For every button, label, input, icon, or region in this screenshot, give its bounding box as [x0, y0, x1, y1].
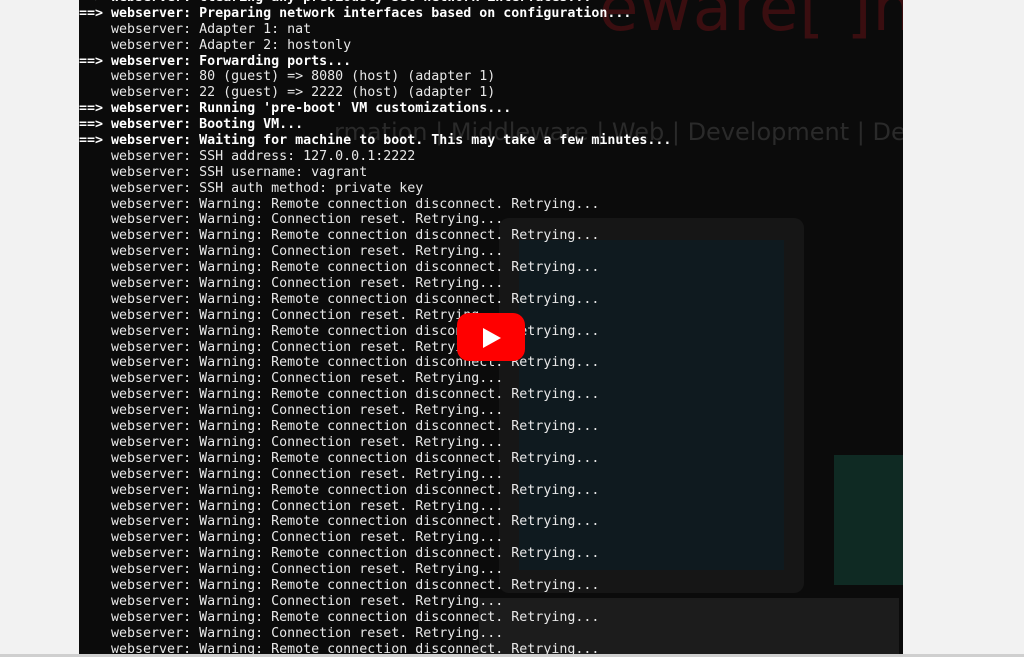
terminal-line: webserver: Warning: Remote connection di… [79, 609, 600, 625]
terminal-line: webserver: Warning: Remote connection di… [79, 482, 600, 498]
terminal-line: webserver: SSH username: vagrant [79, 164, 368, 180]
video-frame[interactable]: eware[ ]nventory rmation | Middleware | … [79, 0, 903, 657]
terminal-line: webserver: Warning: Remote connection di… [79, 577, 600, 593]
terminal-line: webserver: Warning: Connection reset. Re… [79, 403, 504, 419]
terminal-line: ==> webserver: Running 'pre-boot' VM cus… [79, 101, 512, 117]
terminal-line: webserver: Warning: Connection reset. Re… [79, 593, 504, 609]
terminal-line: webserver: Warning: Remote connection di… [79, 291, 600, 307]
terminal-line: webserver: Warning: Remote connection di… [79, 228, 600, 244]
video-player[interactable]: eware[ ]nventory rmation | Middleware | … [0, 0, 1024, 657]
right-letterbox [903, 0, 1024, 657]
terminal-line: webserver: Warning: Remote connection di… [79, 387, 600, 403]
terminal-line: webserver: Warning: Remote connection di… [79, 546, 600, 562]
terminal-line: webserver: 22 (guest) => 2222 (host) (ad… [79, 85, 496, 101]
terminal-line: webserver: Warning: Connection reset. Re… [79, 244, 504, 260]
terminal-line: webserver: Warning: Remote connection di… [79, 450, 600, 466]
youtube-play-button[interactable] [457, 313, 525, 361]
terminal-line: webserver: Warning: Connection reset. Re… [79, 434, 504, 450]
terminal-line: webserver: Warning: Connection reset. Re… [79, 212, 504, 228]
terminal-line: webserver: Adapter 1: nat [79, 21, 312, 37]
terminal-line: webserver: 80 (guest) => 8080 (host) (ad… [79, 69, 496, 85]
terminal-line: webserver: Warning: Remote connection di… [79, 514, 600, 530]
terminal-line: webserver: Warning: Connection reset. Re… [79, 466, 504, 482]
left-letterbox [0, 0, 79, 657]
terminal-line: ==> webserver: Preparing network interfa… [79, 5, 632, 21]
terminal-line: ==> webserver: Waiting for machine to bo… [79, 133, 672, 149]
youtube-play-icon [483, 328, 501, 348]
terminal-line: ==> webserver: Booting VM... [79, 117, 304, 133]
terminal-line: webserver: SSH address: 127.0.0.1:2222 [79, 148, 416, 164]
terminal-line: webserver: SSH auth method: private key [79, 180, 424, 196]
terminal-line: webserver: Warning: Remote connection di… [79, 260, 600, 276]
terminal-line: webserver: Warning: Remote connection di… [79, 419, 600, 435]
terminal-line: webserver: Adapter 2: hostonly [79, 37, 352, 53]
terminal-line: webserver: Warning: Connection reset. Re… [79, 625, 504, 641]
terminal-line: webserver: Warning: Remote connection di… [79, 196, 600, 212]
terminal-line: webserver: Warning: Connection reset. Re… [79, 530, 504, 546]
terminal-line: webserver: Warning: Connection reset. Re… [79, 562, 504, 578]
terminal-line: webserver: Warning: Connection reset. Re… [79, 498, 504, 514]
terminal-line: webserver: Warning: Connection reset. Re… [79, 371, 504, 387]
terminal-line: webserver: Warning: Connection reset. Re… [79, 276, 504, 292]
terminal-line: ==> webserver: Forwarding ports... [79, 53, 352, 69]
